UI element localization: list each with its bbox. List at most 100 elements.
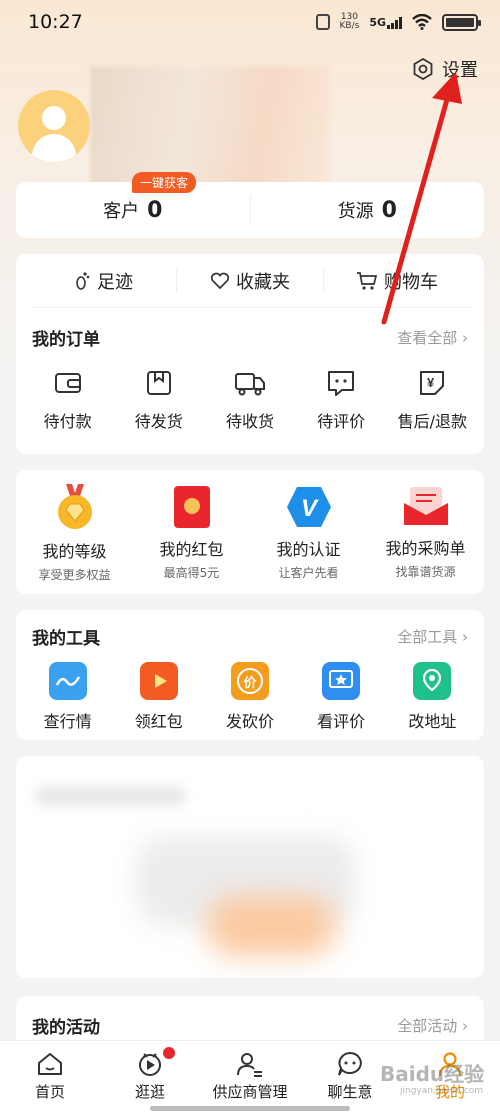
orders-title: 我的订单 [32,329,100,350]
blurred-content-card [16,756,484,978]
perk-level[interactable]: 我的等级 享受更多权益 [20,482,130,583]
tools-view-all[interactable]: 全部工具 › [397,626,468,647]
home-icon [38,1053,62,1075]
box-icon [146,371,171,395]
settings-label: 设置 [442,60,478,81]
perk-name: 我的认证 [276,539,341,559]
tool-hongbao[interactable]: 领红包 [114,662,204,732]
order-pending-receive[interactable]: 待收货 [205,366,295,432]
watermark-url: jingyan.baidu.com [400,1086,484,1096]
tab-label: 首页 [34,1083,65,1101]
order-label: 待发货 [134,412,183,431]
order-label: 待评价 [317,412,366,431]
status-bar: 10:27 130 KB/s 5G [0,0,500,44]
star-review-icon [322,662,361,700]
explore-icon [139,1053,161,1076]
tab-label: 聊生意 [327,1083,373,1101]
tool-bargain[interactable]: 价 发砍价 [205,662,295,732]
perk-sub: 享受更多权益 [38,567,111,582]
get-customers-badge[interactable]: 一键获客 [132,172,197,193]
order-pending-ship[interactable]: 待发货 [114,366,204,432]
order-status-row: 待付款 待发货 待收货 待评价 ¥ 售后/退款 [16,366,484,432]
trend-icon [48,662,87,700]
perk-sub: 最高得5元 [163,565,220,580]
perk-name: 我的等级 [42,541,107,561]
tool-label: 查行情 [43,712,92,731]
order-pending-payment[interactable]: 待付款 [23,366,113,432]
order-after-sales[interactable]: ¥ 售后/退款 [387,366,477,432]
tools-card: 我的工具 全部工具 › 查行情 领红包 价 发砍价 看评价 改地址 [16,610,484,740]
sources-value: 0 [381,198,397,223]
tool-address[interactable]: 改地址 [387,662,477,732]
order-label: 售后/退款 [397,412,468,431]
avatar[interactable] [18,90,90,162]
heart-icon [210,272,230,289]
perk-name: 我的采购单 [385,538,466,558]
net-speed-unit: KB/s [339,21,360,31]
sources-stat[interactable]: 货源 0 [251,197,485,223]
tool-label: 看评价 [317,712,366,731]
footprint-icon [76,271,90,290]
supplier-icon [237,1053,262,1077]
location-icon [413,662,452,700]
wallet-icon [54,373,81,393]
tab-label: 逛逛 [134,1083,165,1101]
cart-icon [357,271,378,290]
tool-label: 领红包 [134,712,183,731]
tool-market[interactable]: 查行情 [23,662,113,732]
truck-icon [234,373,265,396]
quick-label: 购物车 [384,271,438,293]
quick-label: 收藏夹 [236,271,290,293]
clock: 10:27 [28,11,83,33]
comment-icon [328,371,355,396]
perk-verification[interactable]: V 我的认证 让客户先看 [254,484,364,581]
red-envelope-icon [173,485,210,528]
home-indicator[interactable] [150,1106,350,1111]
purchase-order-icon [403,486,448,525]
tools-title: 我的工具 [32,628,100,649]
orders-header: 我的订单 查看全部 › [16,308,484,366]
quick-cart[interactable]: 购物车 [324,268,470,294]
orders-card: 足迹 收藏夹 购物车 我的订单 查看全部 › 待付款 待发货 待收货 待评价 ¥… [16,254,484,454]
quick-favorites[interactable]: 收藏夹 [177,268,323,294]
quick-links: 足迹 收藏夹 购物车 [30,254,470,308]
gear-icon [413,58,433,80]
tool-reviews[interactable]: 看评价 [296,662,386,732]
tool-label: 发砍价 [225,712,274,731]
svg-text:¥: ¥ [427,375,435,390]
quick-footprint[interactable]: 足迹 [30,268,176,294]
video-hongbao-icon [139,662,178,700]
status-icons: 130 KB/s 5G [315,13,481,31]
perk-purchase-order[interactable]: 我的采购单 找靠谱货源 [371,485,481,580]
net-speed: 130 KB/s [340,13,360,31]
order-pending-review[interactable]: 待评价 [296,366,386,432]
order-label: 待付款 [43,412,92,431]
perk-sub: 找靠谱货源 [395,564,456,579]
network-type: 5G [369,15,386,29]
tab-supplier[interactable]: 供应商管理 [205,1051,295,1114]
settings-button[interactable]: 设置 [412,56,478,82]
activity-title: 我的活动 [32,1017,100,1038]
vibrate-icon [315,14,330,30]
battery-icon [442,13,481,31]
tab-home[interactable]: 首页 [5,1051,95,1114]
customers-stat[interactable]: 客户 0 [16,197,250,223]
chat-icon [338,1051,362,1076]
tool-label: 改地址 [408,712,457,731]
tools-header: 我的工具 全部工具 › [16,610,484,662]
blurred-username [90,66,330,190]
wifi-icon [412,14,432,30]
quick-label: 足迹 [97,271,133,293]
sources-label: 货源 [337,201,374,222]
tab-explore[interactable]: 逛逛 [105,1047,195,1114]
notification-dot [163,1047,175,1059]
stats-card: 客户 0 一键获客 货源 0 [16,172,485,238]
customers-label: 客户 [103,201,140,222]
activity-view-all[interactable]: 全部活动 › [397,1015,468,1036]
orders-view-all[interactable]: 查看全部 › [397,327,468,348]
tools-row: 查行情 领红包 价 发砍价 看评价 改地址 [16,662,484,732]
svg-text:V: V [301,495,319,522]
perk-red-envelope[interactable]: 我的红包 最高得5元 [137,484,247,581]
customers-value: 0 [147,198,163,223]
refund-icon: ¥ [420,371,445,395]
